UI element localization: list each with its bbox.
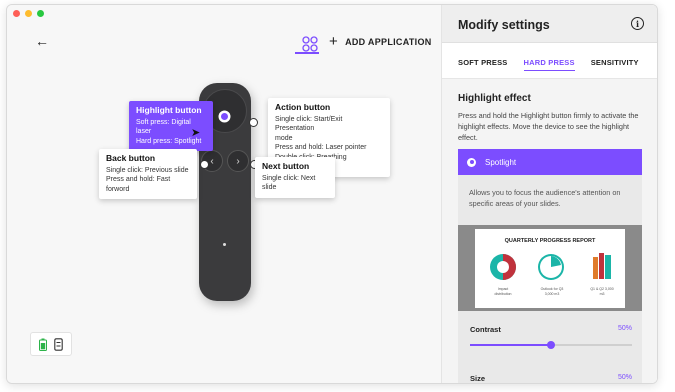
preview-slide: QUARTERLY PROGRESS REPORT Impact distrib… [475, 229, 625, 308]
back-arrow-icon[interactable]: ← [35, 33, 49, 49]
info-icon[interactable]: i [631, 17, 644, 30]
effect-preview: QUARTERLY PROGRESS REPORT Impact distrib… [458, 225, 642, 311]
contrast-slider-handle[interactable] [547, 341, 555, 349]
contrast-slider-fill [470, 344, 551, 346]
add-application-button[interactable]: + ADD APPLICATION [329, 34, 432, 49]
contrast-slider-row: Contrast 50% [470, 325, 632, 349]
back-line-1: Single click: Previous slide [106, 166, 189, 174]
preview-chart-2-label: Outlook for Q3 3,000 m3 [540, 287, 564, 296]
close-window-button[interactable] [13, 10, 20, 17]
contrast-label: Contrast [470, 325, 501, 334]
app-window: ← + ADD APPLICATION ‹ › Highlight button… [6, 4, 658, 384]
back-callout-title: Back button [106, 153, 156, 163]
add-application-label: ADD APPLICATION [345, 36, 432, 47]
next-callout-title: Next button [262, 161, 310, 171]
preview-chart-1-label: Impact distribution [494, 287, 512, 296]
contrast-value: 50% [617, 325, 632, 332]
action-line-2: mode [275, 134, 293, 142]
settings-panel: Modify settings i SOFT PRESS HARD PRESS … [441, 5, 657, 383]
effect-description: Allows you to focus the audience's atten… [469, 188, 621, 208]
effect-card: Spotlight Allows you to focus the audien… [458, 149, 642, 383]
status-led [223, 243, 226, 246]
next-line-1: Single click: Next slide [262, 174, 316, 192]
highlight-button-marker[interactable] [220, 112, 229, 121]
tab-sensitivity[interactable]: SENSITIVITY [591, 58, 639, 71]
zoom-window-button[interactable] [37, 10, 44, 17]
settings-header: Modify settings i [442, 5, 657, 43]
preview-chart-3-label: Q1 & Q2 3,000 m3 [590, 287, 614, 296]
mouse-cursor-icon: ➤ [191, 127, 201, 139]
battery-icon [39, 338, 47, 351]
settings-tabs: SOFT PRESS HARD PRESS SENSITIVITY [458, 58, 639, 71]
size-value: 50% [617, 374, 632, 381]
apps-tab-indicator [295, 52, 319, 54]
tab-hard-press[interactable]: HARD PRESS [523, 58, 575, 71]
action-button-marker[interactable] [249, 118, 258, 127]
back-button-marker[interactable] [200, 160, 209, 169]
highlight-button-callout[interactable]: Highlight button Soft press: Digital las… [129, 101, 213, 151]
back-line-2: Press and hold: Fast forword [106, 176, 171, 193]
settings-body: Highlight effect Press and hold the High… [442, 79, 657, 383]
tab-soft-press[interactable]: SOFT PRESS [458, 58, 508, 71]
plus-icon: + [329, 33, 339, 50]
size-label: Size [470, 374, 486, 383]
back-button-callout[interactable]: Back button Single click: Previous slide… [99, 149, 197, 199]
contrast-slider-track[interactable] [470, 341, 632, 349]
device-status [30, 332, 72, 356]
settings-title: Modify settings [458, 18, 550, 32]
action-line-1: Single click: Start/Exit Presentation [275, 115, 343, 133]
highlight-callout-title: Highlight button [136, 105, 202, 115]
effect-option-spotlight[interactable]: Spotlight [458, 149, 642, 175]
device-panel: ← + ADD APPLICATION ‹ › Highlight button… [7, 5, 441, 383]
radio-selected-icon[interactable] [467, 157, 476, 167]
receiver-icon[interactable] [54, 337, 63, 351]
effect-name: Spotlight [485, 157, 517, 167]
preview-slide-graphics [490, 253, 611, 280]
action-callout-title: Action button [275, 102, 331, 112]
action-line-3: Press and hold: Laser pointer [275, 144, 367, 151]
minimize-window-button[interactable] [25, 10, 32, 17]
next-button-callout[interactable]: Next button Single click: Next slide [255, 157, 335, 198]
window-controls [13, 10, 44, 17]
size-slider-row: Size 50% [470, 374, 632, 383]
section-description: Press and hold the Highlight button firm… [458, 111, 639, 142]
section-title: Highlight effect [458, 93, 531, 104]
next-button-graphic[interactable]: › [227, 150, 249, 172]
